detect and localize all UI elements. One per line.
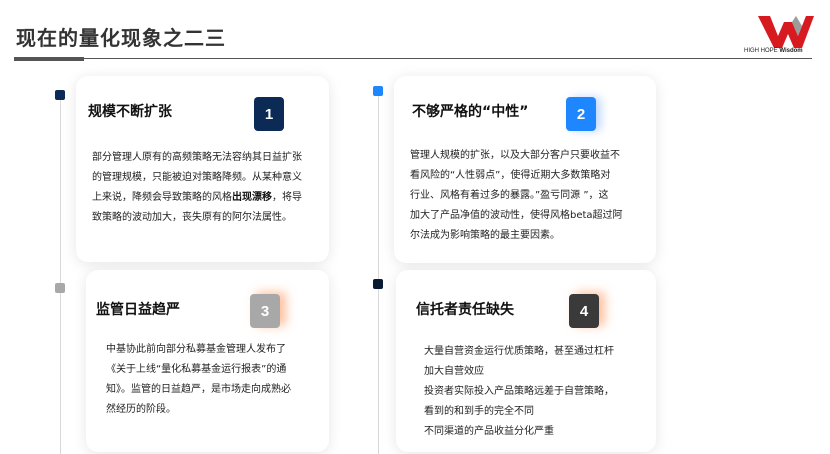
- logo-text-regular: HIGH HOPE: [744, 48, 778, 54]
- card-body-line: 投资者实际投入产品策略远差于自营策略，: [424, 386, 614, 397]
- card-body-emphasis: 出现漂移: [232, 192, 272, 203]
- card-body-line: 致策略的波动加大，丧失原有的阿尔法属性。: [92, 212, 292, 223]
- timeline-dot-1: [55, 90, 65, 100]
- card-body-line: 加大自营效应: [424, 366, 484, 377]
- card-body-line: 的管理规模，只能被迫对策略降频。从某种意义: [92, 172, 302, 183]
- timeline-line-left: [60, 96, 61, 454]
- card-body-line: 然经历的阶段。: [106, 404, 176, 415]
- card-title: 规模不断扩张: [88, 104, 172, 120]
- card-body: 大量自营资金运行优质策略，甚至通过杠杆 加大自营效应 投资者实际投入产品策略远差…: [424, 342, 614, 442]
- card-body-text: 上来说，降频会导致策略的风格: [92, 192, 232, 203]
- card-body: 中基协此前向部分私募基金管理人发布了 《关于上线“量化私募基金运行报表”的通 知…: [106, 340, 291, 420]
- card-body-line: 中基协此前向部分私募基金管理人发布了: [106, 344, 286, 355]
- logo-wordmark: HIGH HOPE Wisdom: [744, 48, 803, 54]
- card-scale-expansion: 规模不断扩张 1 部分管理人原有的高频策略无法容纳其日益扩张 的管理规模，只能被…: [76, 76, 329, 262]
- card-body-line: 部分管理人原有的高频策略无法容纳其日益扩张: [92, 152, 302, 163]
- card-body: 管理人规模的扩张，以及大部分客户只要收益不 看风险的“人性弱点”，使得近期大多数…: [410, 146, 623, 246]
- title-divider: [14, 58, 812, 59]
- logo-text-bold: Wisdom: [779, 48, 803, 54]
- timeline-dot-3: [55, 283, 65, 293]
- card-number-badge: 1: [254, 97, 284, 131]
- card-neutrality: 不够严格的“中性” 2 管理人规模的扩张，以及大部分客户只要收益不 看风险的“人…: [394, 76, 656, 263]
- slide-title: 现在的量化现象之二三: [16, 26, 226, 50]
- card-title: 监管日益趋严: [96, 302, 180, 318]
- card-body-line: 尔法成为影响策略的最主要因素。: [410, 230, 560, 241]
- timeline-dot-2: [373, 86, 383, 96]
- title-divider-accent: [14, 57, 84, 61]
- card-body-line: 知》。监管的日益趋严，是市场走向成熟必: [106, 384, 291, 395]
- card-body-line: 管理人规模的扩张，以及大部分客户只要收益不: [410, 150, 620, 161]
- card-number-badge: 4: [569, 294, 599, 328]
- card-number-badge: 3: [250, 294, 280, 328]
- card-title: 信托者责任缺失: [416, 302, 514, 318]
- card-number-badge: 2: [566, 97, 596, 131]
- card-body-line: 看风险的“人性弱点”，使得近期大多数策略对: [410, 170, 611, 181]
- card-body-line: 加大了产品净值的波动性，使得风格beta超过阿: [410, 210, 623, 221]
- card-body-line: 不同渠道的产品收益分化严重: [424, 426, 554, 437]
- timeline-line-right: [378, 92, 379, 454]
- timeline-dot-4: [373, 279, 383, 289]
- card-body-line: 看到的和到手的完全不同: [424, 406, 534, 417]
- card-title: 不够严格的“中性”: [412, 104, 529, 120]
- card-body: 部分管理人原有的高频策略无法容纳其日益扩张 的管理规模，只能被迫对策略降频。从某…: [92, 148, 302, 228]
- card-body-text: ，将导: [272, 192, 302, 203]
- card-body-line: 大量自营资金运行优质策略，甚至通过杠杆: [424, 346, 614, 357]
- card-regulation: 监管日益趋严 3 中基协此前向部分私募基金管理人发布了 《关于上线“量化私募基金…: [86, 270, 329, 452]
- card-body-line: 上来说，降频会导致策略的风格出现漂移，将导: [92, 188, 302, 208]
- card-body-line: 《关于上线“量化私募基金运行报表”的通: [106, 364, 287, 375]
- card-fiduciary: 信托者责任缺失 4 大量自营资金运行优质策略，甚至通过杠杆 加大自营效应 投资者…: [396, 270, 656, 452]
- card-body-line: 行业、风格有着过多的暴露。”盈亏同源 ”，这: [410, 190, 609, 201]
